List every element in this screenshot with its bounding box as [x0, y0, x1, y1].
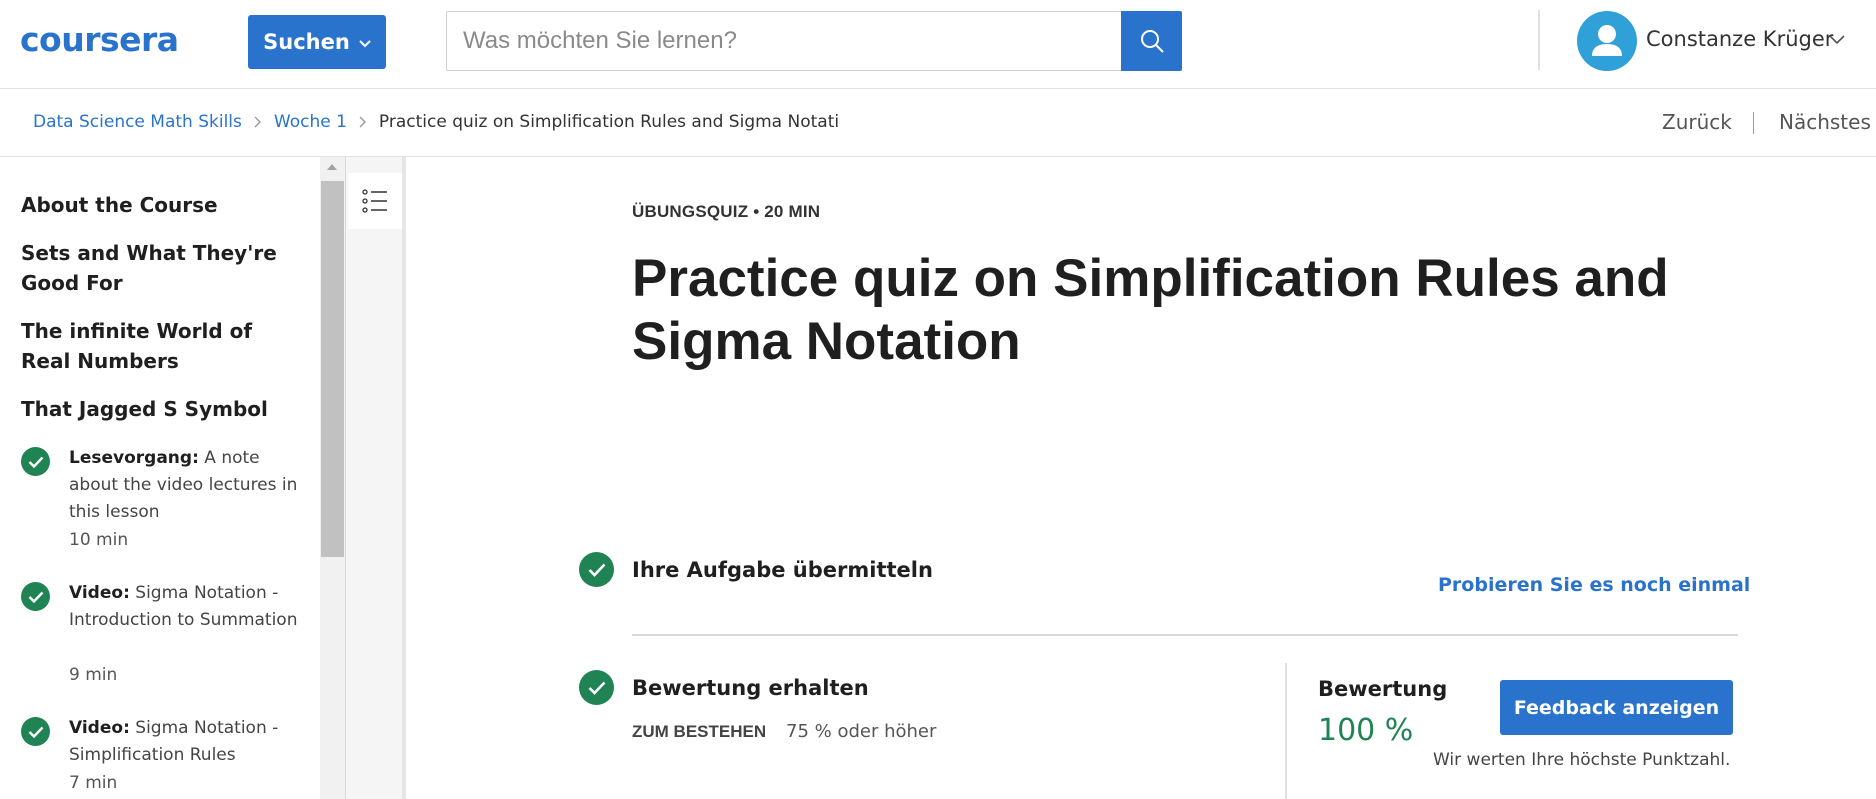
search-input[interactable]	[447, 12, 1122, 70]
item-eyebrow: ÜBUNGSQUIZ • 20 MIN	[632, 202, 821, 221]
sidebar-content: About the Course Sets and What They're G…	[0, 157, 320, 799]
user-icon	[1592, 25, 1622, 56]
check-icon	[21, 717, 50, 746]
pass-label: ZUM BESTEHEN	[632, 722, 767, 741]
grade-step-title: Bewertung erhalten	[632, 676, 869, 700]
divider	[632, 634, 1738, 636]
list-icon	[362, 189, 387, 213]
check-icon	[21, 582, 50, 611]
avatar[interactable]	[1577, 11, 1637, 71]
chevron-down-icon	[359, 39, 371, 47]
pass-value: 75 % oder höher	[786, 721, 937, 742]
outline-strip	[345, 157, 406, 799]
sidebar-item-text: Video: Sigma Notation - Simplification R…	[69, 715, 309, 769]
previous-link[interactable]: Zurück	[1662, 110, 1732, 134]
view-feedback-button[interactable]: Feedback anzeigen	[1500, 680, 1733, 735]
sidebar-item-reading[interactable]: Lesevorgang: A note about the video lect…	[21, 445, 297, 565]
breadcrumb-week-link[interactable]: Woche 1	[274, 112, 347, 132]
nav-divider	[1753, 112, 1754, 134]
item-type: Video:	[69, 718, 130, 738]
grade-label: Bewertung	[1318, 677, 1448, 701]
sidebar-item-text: Lesevorgang: A note about the video lect…	[69, 445, 309, 526]
explore-label: Suchen	[263, 30, 350, 54]
check-icon	[21, 447, 50, 476]
sidebar-item-text: Video: Sigma Notation - Introduction to …	[69, 580, 309, 634]
chevron-right-icon	[359, 116, 367, 128]
breadcrumb-course-link[interactable]: Data Science Math Skills	[33, 112, 242, 132]
top-header: coursera Suchen Constanze Krüger	[0, 0, 1876, 89]
grade-note: Wir werten Ihre höchste Punktzahl.	[1433, 750, 1731, 770]
outline-toggle-button[interactable]	[348, 173, 402, 229]
search-icon	[1140, 30, 1164, 53]
sidebar-section-about[interactable]: About the Course	[21, 190, 281, 220]
sidebar-item-video-intro[interactable]: Video: Sigma Notation - Introduction to …	[21, 580, 298, 690]
item-duration: 9 min	[69, 665, 118, 685]
logo-text: coursera	[20, 22, 179, 58]
chevron-right-icon	[254, 116, 262, 128]
sidebar-section-sigma[interactable]: That Jagged S Symbol	[21, 394, 281, 424]
next-link[interactable]: Nächstes	[1779, 110, 1871, 134]
search-box	[446, 11, 1122, 71]
coursera-logo[interactable]: coursera	[20, 22, 212, 58]
check-icon	[579, 670, 614, 705]
breadcrumb-current: Practice quiz on Simplification Rules an…	[378, 112, 840, 132]
sidebar-scroll-thumb[interactable]	[321, 181, 344, 557]
item-type: Lesevorgang:	[69, 448, 199, 468]
page-title: Practice quiz on Simplification Rules an…	[632, 249, 1669, 371]
item-duration: 7 min	[69, 773, 118, 793]
sidebar-item-video-rules[interactable]: Video: Sigma Notation - Simplification R…	[21, 715, 281, 799]
search-button[interactable]	[1121, 11, 1182, 71]
item-type: Video:	[69, 583, 130, 603]
breadcrumb: Data Science Math Skills Woche 1 Practic…	[33, 112, 839, 132]
breadcrumb-bar: Data Science Math Skills Woche 1 Practic…	[0, 89, 1876, 157]
try-again-link[interactable]: Probieren Sie es noch einmal	[1438, 574, 1750, 596]
check-icon	[579, 552, 614, 587]
scroll-up-arrow-icon[interactable]	[327, 164, 337, 170]
grade-value: 100 %	[1318, 713, 1414, 748]
sidebar-section-real-numbers[interactable]: The infinite World of Real Numbers	[21, 316, 281, 376]
user-name[interactable]: Constanze Krüger	[1646, 27, 1833, 51]
item-duration: 10 min	[69, 530, 129, 550]
explore-button[interactable]: Suchen	[248, 15, 386, 69]
sidebar-section-sets[interactable]: Sets and What They're Good For	[21, 238, 281, 298]
chevron-down-icon[interactable]	[1829, 35, 1845, 45]
course-sidebar: About the Course Sets and What They're G…	[0, 157, 345, 799]
main-content: ÜBUNGSQUIZ • 20 MIN Practice quiz on Sim…	[406, 157, 1876, 799]
submit-step-title: Ihre Aufgabe übermitteln	[632, 558, 933, 582]
header-divider	[1538, 10, 1540, 70]
vertical-divider	[1285, 663, 1287, 799]
